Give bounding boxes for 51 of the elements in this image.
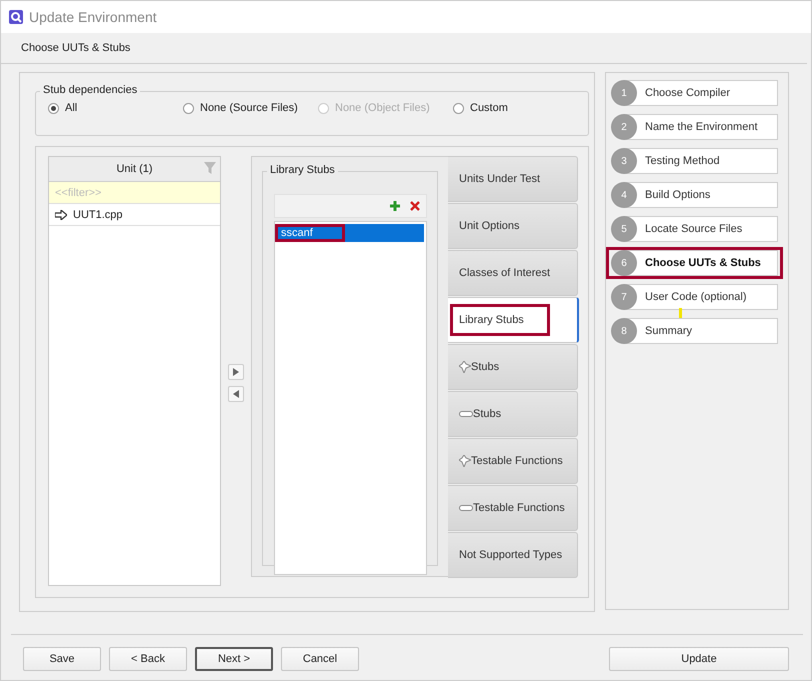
step-number: 6 xyxy=(611,250,637,276)
radio-button[interactable] xyxy=(453,102,464,114)
radio-button[interactable] xyxy=(183,102,194,114)
stub-label: sscanf xyxy=(277,226,343,240)
tab[interactable]: Testable Functions xyxy=(448,438,578,484)
window-title: Update Environment xyxy=(29,9,157,25)
stub-item[interactable]: sscanf xyxy=(277,224,424,242)
star-plus-icon xyxy=(459,361,471,373)
page-heading: Choose UUTs & Stubs xyxy=(21,42,130,54)
step-number: 7 xyxy=(611,284,637,310)
tab[interactable]: Units Under Test xyxy=(448,156,578,202)
unit-label: UUT1.cpp xyxy=(73,208,123,220)
group-label: Library Stubs xyxy=(267,164,338,176)
tab[interactable]: Stubs xyxy=(448,391,578,437)
star-plus-icon xyxy=(459,455,471,467)
tab[interactable]: Not Supported Types xyxy=(448,532,578,578)
dialog-button[interactable]: < Back xyxy=(109,647,187,671)
filter-field[interactable]: <<filter>> xyxy=(49,182,220,204)
filter-icon xyxy=(204,162,216,175)
group-label: Stub dependencies xyxy=(40,84,140,96)
dialog-button[interactable]: Next > xyxy=(195,647,273,671)
tab[interactable]: Testable Functions xyxy=(448,485,578,531)
dialog-button[interactable]: Cancel xyxy=(281,647,359,671)
plus-icon[interactable] xyxy=(390,201,400,211)
app-icon xyxy=(9,10,23,24)
radio-label: Custom xyxy=(470,102,508,114)
move-right-button[interactable] xyxy=(228,364,244,380)
step-number: 1 xyxy=(611,80,637,106)
dash-icon xyxy=(459,408,473,420)
delete-icon[interactable] xyxy=(410,201,420,211)
radio-label: None (Object Files) xyxy=(335,102,430,114)
step-number: 2 xyxy=(611,114,637,140)
tab[interactable]: Unit Options xyxy=(448,203,578,249)
step-number: 4 xyxy=(611,182,637,208)
radio-label: All xyxy=(65,102,78,114)
radio-label: None (Source Files) xyxy=(200,102,298,114)
triangle-right-icon xyxy=(233,368,239,376)
step-number: 8 xyxy=(611,318,637,344)
unit-item[interactable]: UUT1.cpp xyxy=(49,204,220,226)
header-label: Unit (1) xyxy=(116,163,153,175)
tab[interactable]: Library Stubs xyxy=(448,297,579,343)
tab[interactable]: Stubs xyxy=(448,344,578,390)
dash-icon xyxy=(459,502,473,514)
triangle-left-icon xyxy=(233,390,239,398)
step-number: 5 xyxy=(611,216,637,242)
radio-button[interactable] xyxy=(48,102,59,114)
dialog-button[interactable]: Save xyxy=(23,647,101,671)
move-left-button[interactable] xyxy=(228,386,244,402)
step-number: 3 xyxy=(611,148,637,174)
arrow-icon xyxy=(55,210,67,220)
tab[interactable]: Classes of Interest xyxy=(448,250,578,296)
